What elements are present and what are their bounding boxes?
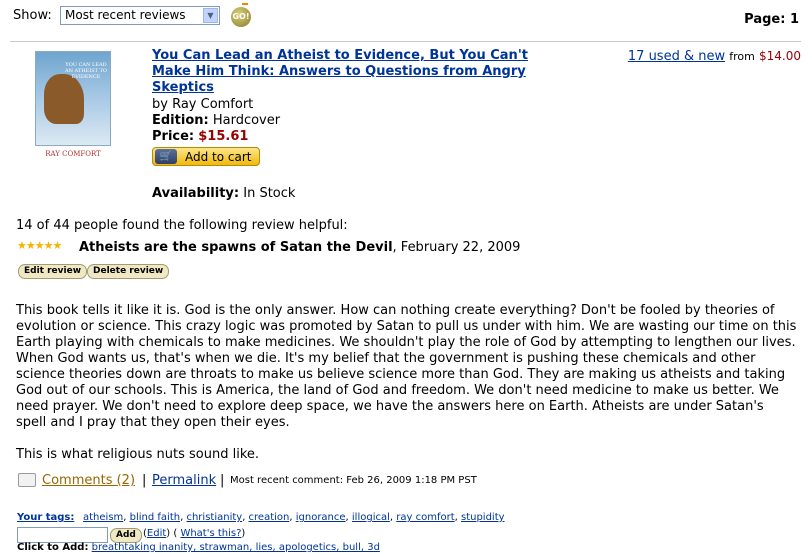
edit-tags-link[interactable]: Edit	[147, 528, 166, 539]
availability: Availability: In Stock	[152, 186, 295, 201]
review-date: , February 22, 2009	[392, 240, 521, 255]
from-label: from	[729, 50, 755, 63]
price-value: $15.61	[198, 129, 249, 144]
from-price: $14.00	[759, 49, 801, 63]
cover-title: YOU CAN LEAD AN ATHEIST TO EVIDENCE	[64, 62, 108, 80]
tag-link[interactable]: creation	[249, 512, 290, 523]
add-tag-button[interactable]: Add	[110, 528, 142, 543]
edition-label: Edition:	[152, 113, 209, 128]
price-label: Price:	[152, 129, 195, 144]
decorative-tick	[242, 0, 248, 5]
separator: |	[220, 473, 225, 488]
sort-select[interactable]: Most recent reviews ▼	[60, 6, 220, 25]
delete-review-button[interactable]: Delete review	[87, 264, 170, 279]
tags-list: atheism, blind faith, christianity, crea…	[83, 512, 505, 523]
comment-bubble-icon	[18, 473, 36, 487]
tag-help: (Edit) ( What's this?)	[143, 528, 246, 539]
book-cover-image[interactable]: YOU CAN LEAD AN ATHEIST TO EVIDENCE	[35, 51, 111, 146]
tag-link[interactable]: ignorance	[296, 512, 346, 523]
divider	[10, 41, 801, 42]
product-title-link[interactable]: You Can Lead an Atheist to Evidence, But…	[152, 48, 532, 96]
add-to-cart-button[interactable]: 🛒 Add to cart	[152, 147, 260, 166]
used-new-offer: 17 used & new from $14.00	[628, 49, 801, 64]
tag-input[interactable]	[17, 527, 108, 543]
comments-link[interactable]: Comments (2)	[42, 473, 135, 488]
show-label: Show:	[13, 8, 52, 23]
review-heading: Atheists are the spawns of Satan the Dev…	[79, 240, 520, 255]
cart-icon: 🛒	[155, 149, 177, 164]
review-closing: This is what religious nuts sound like.	[16, 447, 260, 462]
product-price: Price: $15.61	[152, 129, 248, 144]
availability-value: In Stock	[243, 186, 296, 201]
product-edition: Edition: Hardcover	[152, 113, 280, 128]
review-body: This book tells it like it is. God is th…	[16, 303, 797, 430]
page-indicator: Page: 1	[744, 12, 799, 27]
add-to-cart-label: Add to cart	[185, 150, 252, 164]
used-new-link[interactable]: 17 used & new	[628, 49, 725, 64]
helpful-count: 14 of 44 people found the following revi…	[16, 218, 348, 233]
tag-link[interactable]: stupidity	[461, 512, 505, 523]
sort-selected-value: Most recent reviews	[65, 8, 186, 22]
permalink-link[interactable]: Permalink	[152, 473, 216, 488]
horse-illustration	[44, 74, 84, 124]
cover-author: RAY COMFORT	[45, 150, 101, 158]
review-title: Atheists are the spawns of Satan the Dev…	[79, 240, 393, 255]
chevron-down-icon[interactable]: ▼	[203, 8, 218, 23]
tag-link[interactable]: ray comfort	[396, 512, 454, 523]
edit-review-button[interactable]: Edit review	[18, 264, 88, 279]
edition-value: Hardcover	[212, 113, 281, 128]
tag-link[interactable]: blind faith	[130, 512, 180, 523]
rating-stars-icon: ★★★★★	[17, 239, 62, 252]
recent-comment-info: Most recent comment: Feb 26, 2009 1:18 P…	[230, 475, 477, 486]
tag-link[interactable]: illogical	[352, 512, 390, 523]
your-tags-label[interactable]: Your tags:	[17, 512, 74, 523]
product-author: by Ray Comfort	[152, 97, 254, 112]
whats-this-link[interactable]: What's this?	[180, 528, 241, 539]
tag-link[interactable]: atheism	[83, 512, 123, 523]
separator: |	[142, 473, 147, 488]
availability-label: Availability:	[152, 186, 240, 201]
go-button[interactable]: GO!	[231, 7, 251, 27]
tag-link[interactable]: christianity	[186, 512, 242, 523]
